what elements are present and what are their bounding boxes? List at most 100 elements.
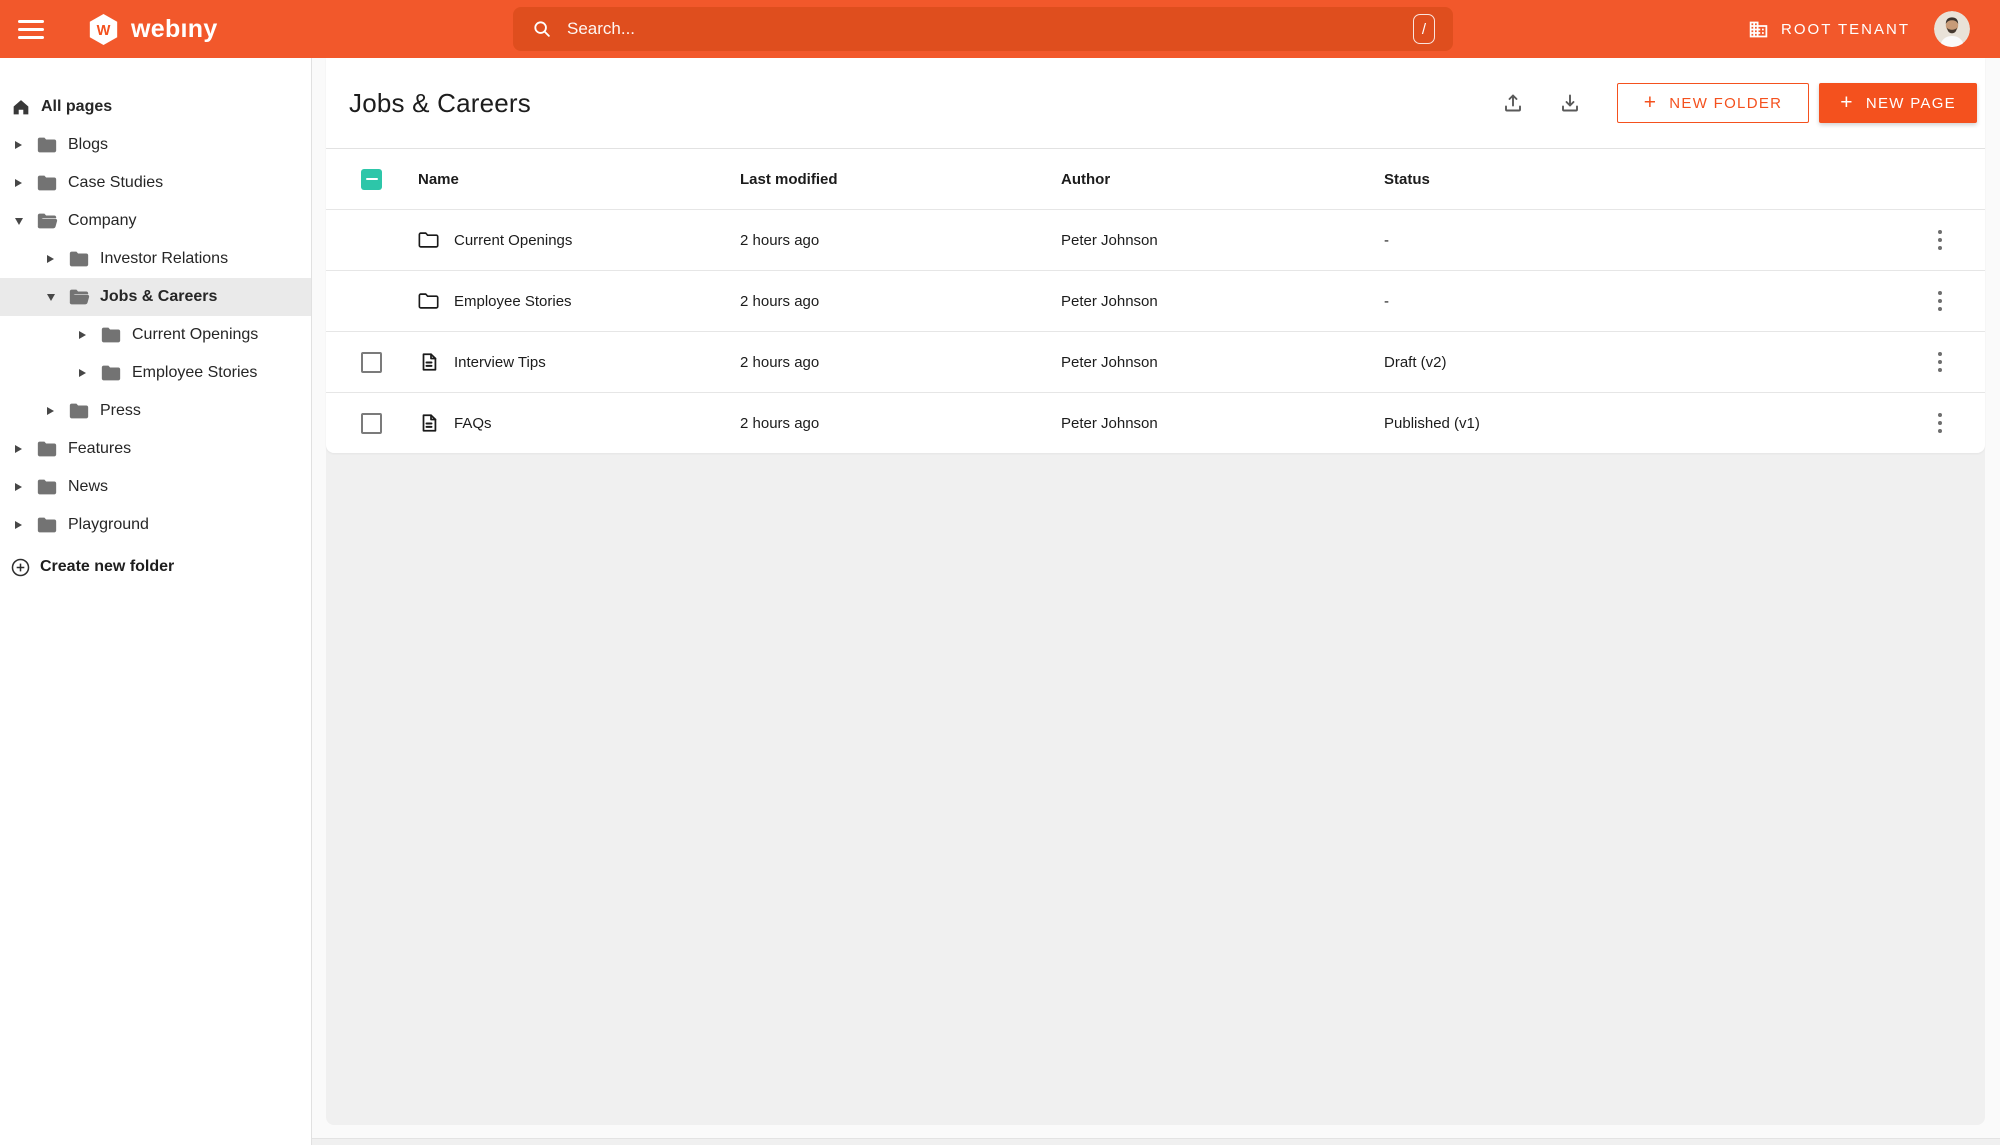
search-icon — [531, 18, 553, 40]
sidebar-item-label: Features — [68, 440, 132, 457]
chevron-icon[interactable] — [12, 483, 25, 491]
table-header-row: Name Last modified Author Status — [326, 148, 1985, 209]
folder-icon — [100, 362, 122, 384]
folder-icon — [36, 134, 58, 156]
chevron-icon[interactable] — [12, 179, 25, 187]
sidebar-root-label: All pages — [41, 98, 113, 115]
sidebar-item-label: Employee Stories — [132, 364, 258, 381]
document-icon — [418, 351, 440, 373]
create-new-folder-button[interactable]: Create new folder — [0, 548, 311, 586]
column-header-modified[interactable]: Last modified — [740, 171, 1061, 188]
bottom-scrollbar-strip — [312, 1138, 2000, 1145]
svg-text:W: W — [97, 22, 111, 38]
kebab-menu-icon[interactable] — [1932, 346, 1949, 379]
folder-icon — [418, 290, 440, 312]
export-download-button[interactable] — [1558, 91, 1582, 115]
chevron-icon[interactable] — [76, 369, 89, 377]
folder-open-icon — [36, 210, 58, 232]
sidebar-item-label: Jobs & Careers — [100, 288, 218, 305]
chevron-icon[interactable] — [44, 293, 57, 301]
chevron-icon[interactable] — [12, 141, 25, 149]
row-status: - — [1384, 231, 1389, 249]
table-row-interview-tips[interactable]: Interview Tips 2 hours ago Peter Johnson… — [326, 331, 1985, 392]
menu-icon[interactable] — [18, 19, 44, 39]
folder-icon — [418, 229, 440, 251]
building-icon — [1748, 19, 1769, 40]
select-all-checkbox[interactable] — [361, 168, 382, 190]
sidebar-item-news[interactable]: News — [0, 468, 311, 506]
row-name[interactable]: FAQs — [454, 415, 492, 432]
search-bar[interactable]: / — [513, 7, 1453, 51]
column-header-author[interactable]: Author — [1061, 171, 1384, 188]
webiny-logo[interactable]: W webıny — [88, 13, 218, 46]
folder-icon — [36, 476, 58, 498]
row-author: Peter Johnson — [1061, 353, 1158, 371]
sidebar-item-blogs[interactable]: Blogs — [0, 126, 311, 164]
sidebar-item-press[interactable]: Press — [0, 392, 311, 430]
row-name[interactable]: Current Openings — [454, 232, 572, 249]
sidebar-item-label: Case Studies — [68, 174, 164, 191]
row-checkbox[interactable] — [361, 412, 382, 434]
sidebar-item-playground[interactable]: Playground — [0, 506, 311, 544]
avatar[interactable] — [1934, 11, 1970, 47]
sidebar-item-label: Current Openings — [132, 326, 259, 343]
row-modified: 2 hours ago — [740, 231, 820, 249]
row-author: Peter Johnson — [1061, 231, 1158, 249]
sidebar-item-current-openings[interactable]: Current Openings — [0, 316, 311, 354]
sidebar-item-label: Company — [68, 212, 137, 229]
chevron-icon[interactable] — [12, 521, 25, 529]
tenant-label: ROOT TENANT — [1781, 20, 1910, 38]
tenant-selector[interactable]: ROOT TENANT — [1748, 19, 1910, 40]
sidebar-item-label: News — [68, 478, 109, 495]
row-author: Peter Johnson — [1061, 292, 1158, 310]
chevron-icon[interactable] — [76, 331, 89, 339]
webiny-logo-icon: W — [88, 13, 119, 46]
table-row-current-openings[interactable]: Current Openings 2 hours ago Peter Johns… — [326, 209, 1985, 270]
slash-shortcut-badge: / — [1413, 14, 1435, 44]
sidebar-item-label: Playground — [68, 516, 149, 533]
download-icon — [1558, 91, 1582, 115]
folder-open-icon — [68, 286, 90, 308]
plus-icon: + — [1840, 90, 1854, 114]
new-folder-button[interactable]: + NEW FOLDER — [1616, 83, 1810, 123]
sidebar-item-all-pages[interactable]: All pages — [0, 88, 311, 126]
sidebar-item-features[interactable]: Features — [0, 430, 311, 468]
folder-icon — [36, 438, 58, 460]
page-list-card: Jobs & Careers + NEW FOLDER + NEW PAGE N… — [326, 58, 1985, 453]
sidebar-item-label: Blogs — [68, 136, 109, 153]
sidebar-item-company[interactable]: Company — [0, 202, 311, 240]
toolbar: Jobs & Careers + NEW FOLDER + NEW PAGE — [326, 58, 1985, 148]
kebab-menu-icon[interactable] — [1932, 224, 1949, 257]
row-checkbox[interactable] — [361, 351, 382, 373]
kebab-menu-icon[interactable] — [1932, 285, 1949, 318]
folder-icon — [36, 172, 58, 194]
sidebar-item-case-studies[interactable]: Case Studies — [0, 164, 311, 202]
row-status: Published (v1) — [1384, 414, 1480, 432]
folder-icon — [68, 248, 90, 270]
row-modified: 2 hours ago — [740, 414, 820, 432]
import-upload-button[interactable] — [1501, 91, 1525, 115]
sidebar-item-investor-relations[interactable]: Investor Relations — [0, 240, 311, 278]
row-name[interactable]: Employee Stories — [454, 293, 572, 310]
chevron-icon[interactable] — [44, 407, 57, 415]
create-new-folder-label: Create new folder — [40, 558, 175, 575]
column-header-name[interactable]: Name — [418, 171, 740, 188]
kebab-menu-icon[interactable] — [1932, 407, 1949, 440]
page-title: Jobs & Careers — [349, 87, 531, 118]
circle-plus-icon — [10, 557, 40, 578]
chevron-icon[interactable] — [44, 255, 57, 263]
sidebar-item-employee-stories[interactable]: Employee Stories — [0, 354, 311, 392]
chevron-icon[interactable] — [12, 217, 25, 225]
table-row-employee-stories[interactable]: Employee Stories 2 hours ago Peter Johns… — [326, 270, 1985, 331]
folder-icon — [100, 324, 122, 346]
document-icon — [418, 412, 440, 434]
chevron-icon[interactable] — [12, 445, 25, 453]
column-header-status[interactable]: Status — [1384, 171, 1895, 188]
table-row-faqs[interactable]: FAQs 2 hours ago Peter Johnson Published… — [326, 392, 1985, 453]
list-panel: Jobs & Careers + NEW FOLDER + NEW PAGE N… — [326, 58, 1985, 1125]
row-modified: 2 hours ago — [740, 353, 820, 371]
new-page-button[interactable]: + NEW PAGE — [1819, 83, 1977, 123]
row-name[interactable]: Interview Tips — [454, 354, 546, 371]
sidebar-item-jobs-careers[interactable]: Jobs & Careers — [0, 278, 311, 316]
search-input[interactable] — [567, 19, 1413, 39]
